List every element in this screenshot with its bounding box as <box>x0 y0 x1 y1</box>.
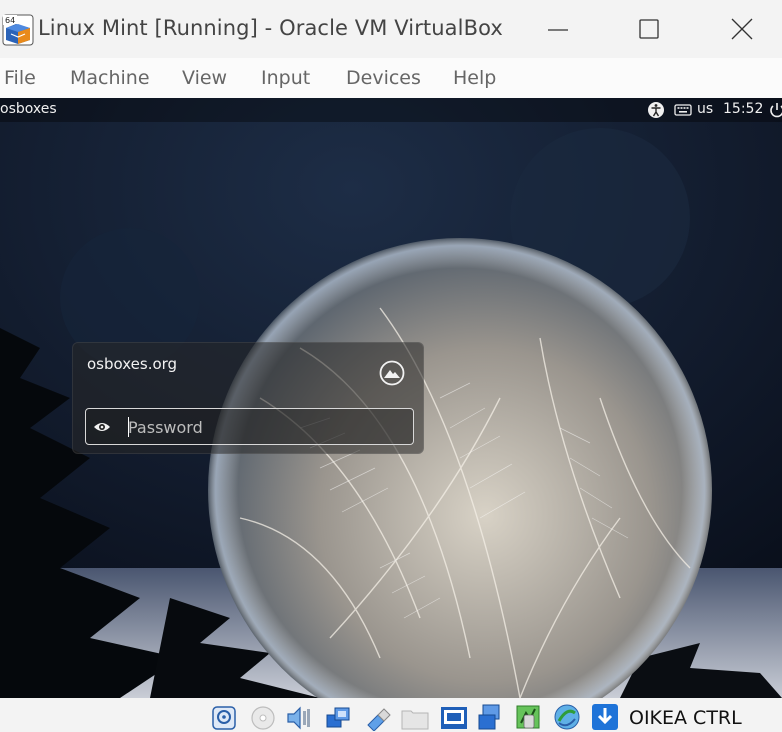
text-caret <box>128 417 129 437</box>
network-icon[interactable] <box>325 703 353 731</box>
app-icon-badge: 64 <box>5 16 15 25</box>
arrow-down-icon[interactable] <box>591 703 619 731</box>
keyboard-icon[interactable] <box>674 101 692 119</box>
virtualbox-icon: 64 <box>2 14 34 46</box>
title-bar[interactable]: 64 Linux Mint [Running] - Oracle VM Virt… <box>0 0 782 58</box>
clock-label: 15:52 <box>723 101 764 117</box>
display-icon[interactable] <box>440 703 468 731</box>
optical-drive-icon[interactable] <box>249 703 277 731</box>
login-hostname: osboxes.org <box>87 355 178 373</box>
vm-display[interactable]: osboxes us 15:52 osboxes.org <box>0 98 782 698</box>
menu-input[interactable]: Input <box>261 67 310 89</box>
audio-icon[interactable] <box>286 703 314 731</box>
host-key-label: OIKEA CTRL <box>629 707 742 729</box>
minimize-button[interactable] <box>535 10 581 50</box>
window-title: Linux Mint [Running] - Oracle VM Virtual… <box>38 16 503 40</box>
menu-file[interactable]: File <box>4 67 36 89</box>
minimize-icon <box>548 29 568 31</box>
usb-icon[interactable] <box>364 703 392 731</box>
close-button[interactable] <box>719 10 765 50</box>
menu-devices[interactable]: Devices <box>346 67 421 89</box>
maximize-button[interactable] <box>626 10 672 50</box>
mouse-integration-icon[interactable] <box>514 703 542 731</box>
mint-logo-icon <box>379 360 405 386</box>
recording-icon[interactable] <box>477 703 505 731</box>
maximize-icon <box>639 19 659 39</box>
login-card: osboxes.org <box>72 342 424 454</box>
menu-help[interactable]: Help <box>453 67 496 89</box>
menu-machine[interactable]: Machine <box>70 67 150 89</box>
password-input[interactable] <box>128 413 408 441</box>
close-icon <box>731 18 753 40</box>
show-password-icon[interactable] <box>93 419 111 435</box>
shared-folders-icon[interactable] <box>401 703 429 731</box>
menu-bar: File Machine View Input Devices Help <box>0 58 782 98</box>
power-icon[interactable] <box>768 101 782 119</box>
cpu-icon[interactable] <box>553 703 581 731</box>
password-field[interactable] <box>85 408 414 445</box>
menu-view[interactable]: View <box>182 67 227 89</box>
keyboard-layout-label[interactable]: us <box>697 101 713 117</box>
hard-disk-icon[interactable] <box>210 703 238 731</box>
accessibility-icon[interactable] <box>647 101 665 119</box>
hostname-label: osboxes <box>0 101 57 117</box>
status-bar: OIKEA CTRL <box>0 698 782 732</box>
